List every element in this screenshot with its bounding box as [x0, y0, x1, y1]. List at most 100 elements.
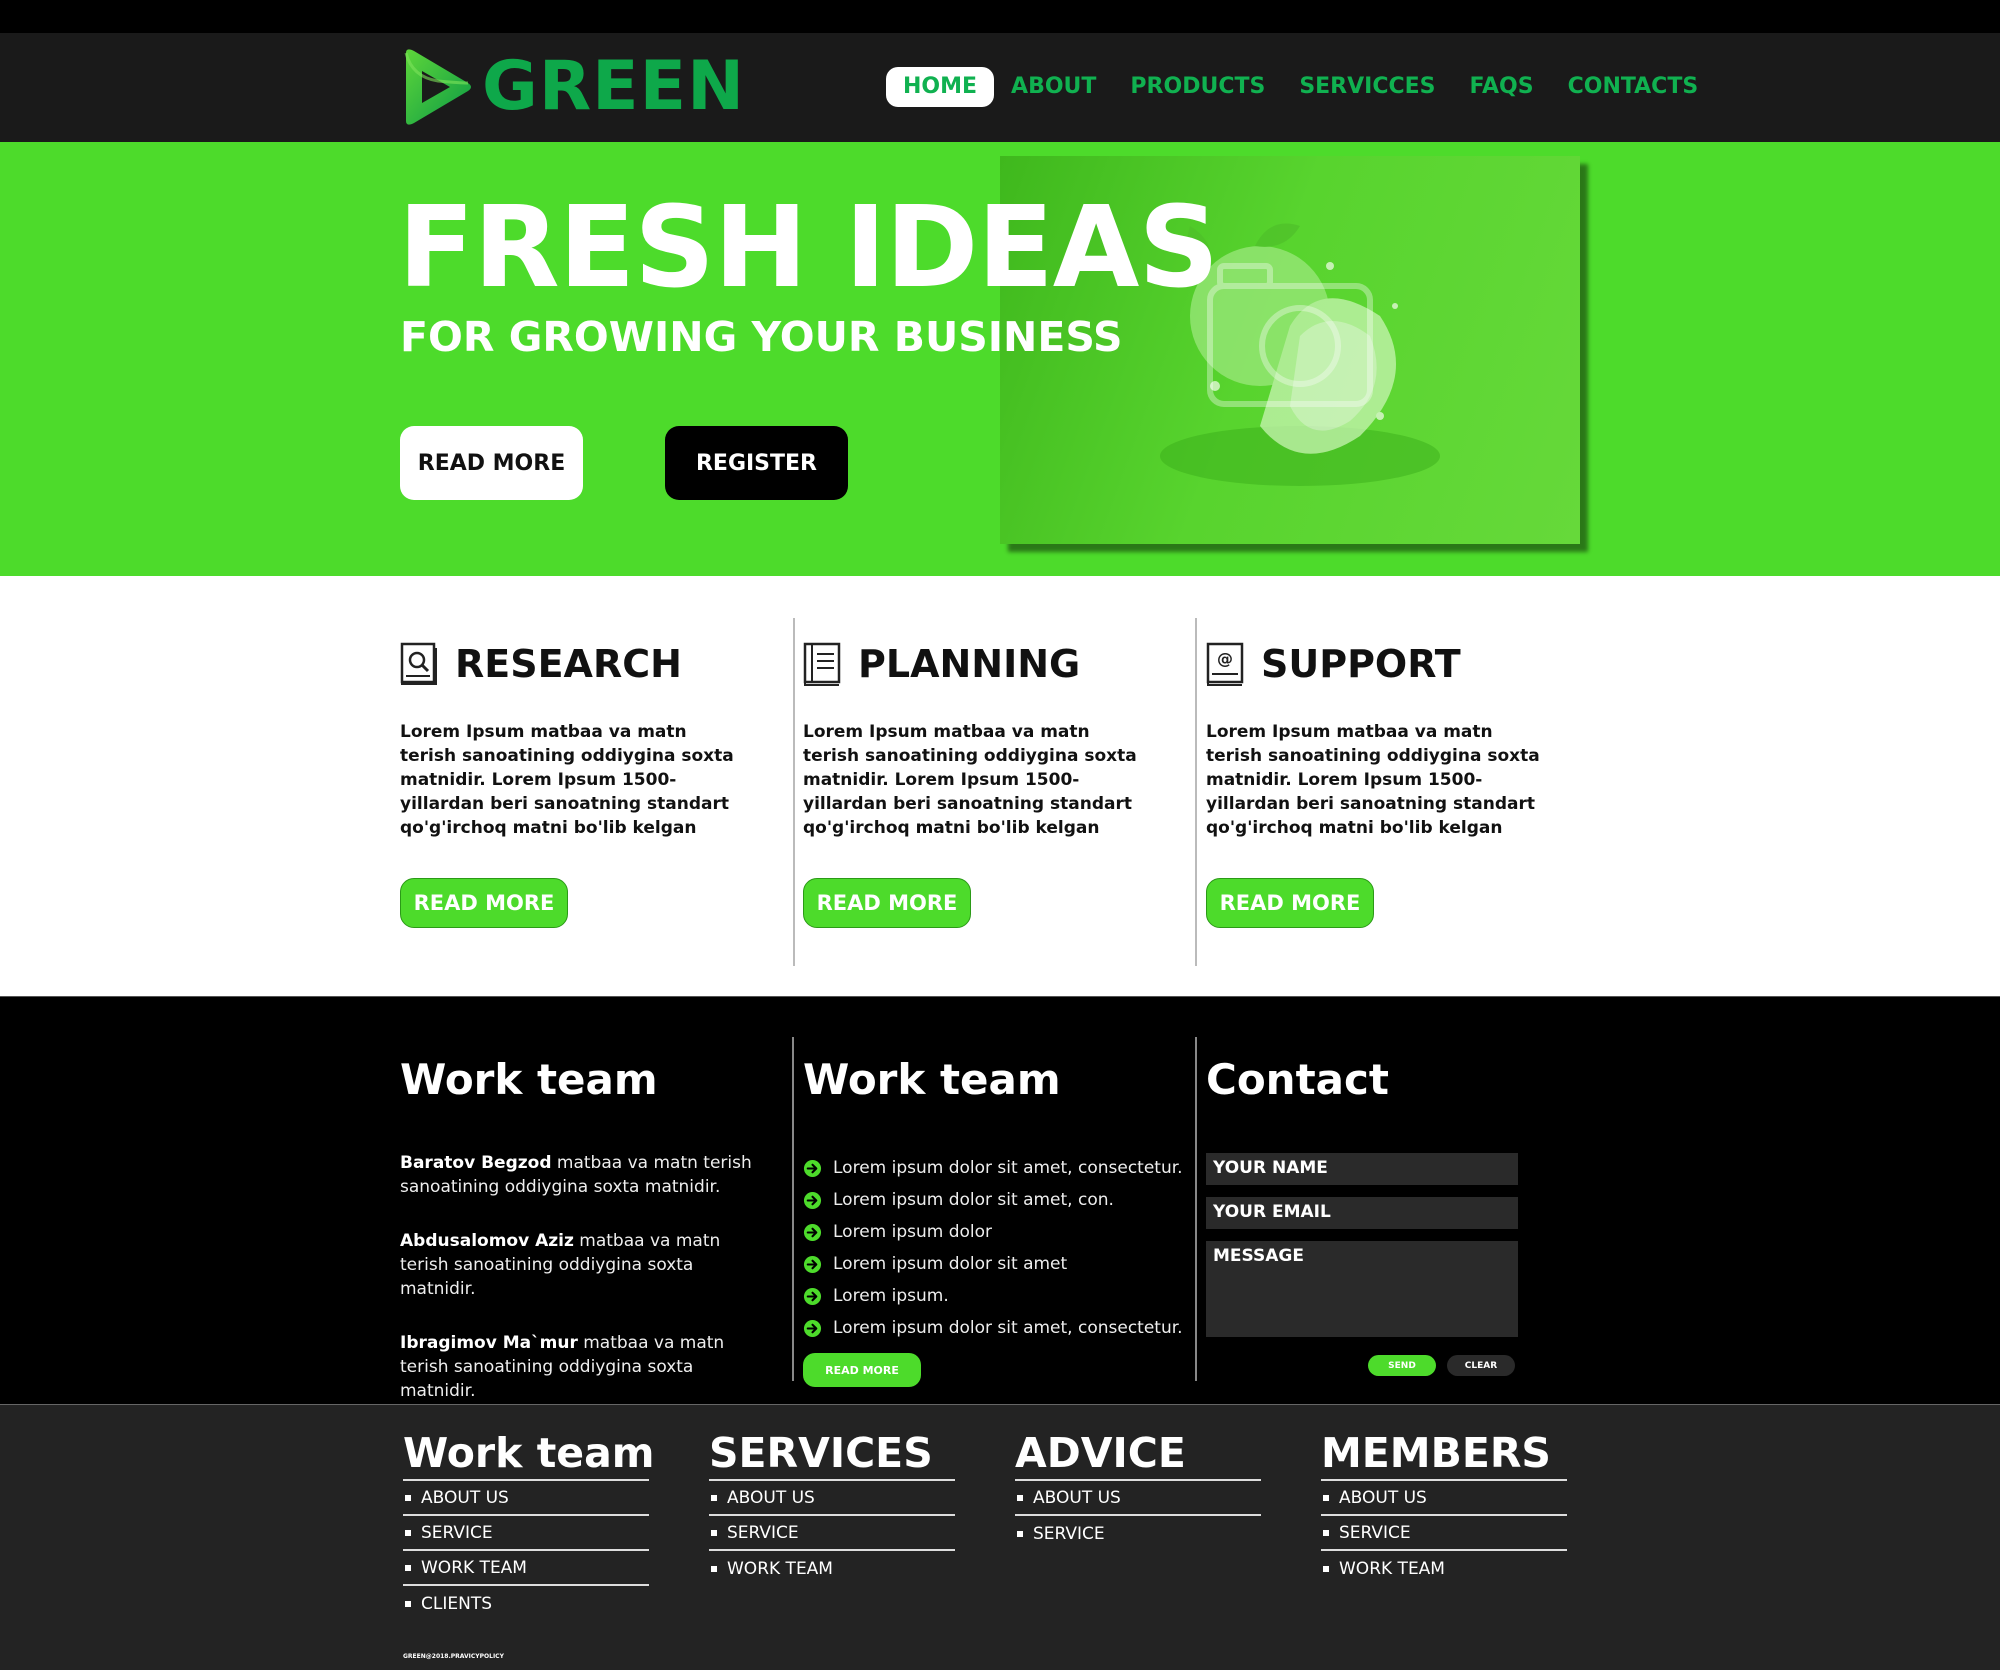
main-nav: HOME ABOUT PRODUCTS SERVICCES FAQS CONTA…: [886, 67, 1698, 107]
footer-link-label: WORK TEAM: [421, 1557, 527, 1578]
footer-link[interactable]: CLIENTS: [403, 1586, 649, 1621]
member-name: Abdusalomov Aziz: [400, 1231, 574, 1251]
feature-text: Lorem Ipsum matbaa va matn terish sanoat…: [803, 722, 1137, 838]
name-field[interactable]: YOUR NAME: [1206, 1153, 1518, 1185]
notebook-icon: [803, 642, 841, 686]
feature-title: PLANNING: [858, 642, 1081, 686]
member-name: Ibragimov Ma`mur: [400, 1333, 578, 1353]
feature-read-more-button[interactable]: READ MORE: [400, 878, 568, 928]
checklist-text: Lorem ipsum.: [833, 1286, 949, 1306]
footer-link[interactable]: SERVICE: [403, 1516, 649, 1551]
email-field[interactable]: YOUR EMAIL: [1206, 1197, 1518, 1229]
footer-column-title: SERVICES: [709, 1427, 955, 1481]
bullet-icon: [1017, 1530, 1023, 1537]
nav-about[interactable]: ABOUT: [1011, 67, 1096, 107]
team-section: Work team Baratov Begzod matbaa va matn …: [0, 996, 2000, 1404]
search-book-icon: [400, 642, 437, 685]
arrow-circle-icon: [803, 1255, 822, 1273]
clear-button[interactable]: CLEAR: [1447, 1355, 1515, 1376]
work-team-title-2: Work team: [803, 1055, 1061, 1104]
checklist-item: Lorem ipsum dolor sit amet: [803, 1248, 1183, 1280]
bullet-icon: [405, 1564, 411, 1571]
footer-link[interactable]: SERVICE: [709, 1516, 955, 1551]
footer-link-label: ABOUT US: [1339, 1487, 1427, 1508]
nav-services[interactable]: SERVICCES: [1299, 67, 1435, 107]
team-member: Ibragimov Ma`mur matbaa va matn terish s…: [400, 1331, 760, 1403]
logo[interactable]: GREEN: [398, 47, 745, 127]
checklist-item: Lorem ipsum.: [803, 1280, 1183, 1312]
team-members-list: Baratov Begzod matbaa va matn terish san…: [400, 1151, 760, 1433]
checklist-item: Lorem ipsum dolor sit amet, consectetur.: [803, 1152, 1183, 1184]
footer-link[interactable]: WORK TEAM: [1321, 1551, 1567, 1586]
checklist-item: Lorem ipsum dolor sit amet, consectetur.: [803, 1312, 1183, 1344]
footer-link-label: ABOUT US: [1033, 1487, 1121, 1508]
feature-text: Lorem Ipsum matbaa va matn terish sanoat…: [1206, 722, 1540, 838]
footer-link[interactable]: ABOUT US: [1321, 1481, 1567, 1516]
bullet-icon: [711, 1565, 717, 1572]
logo-text: GREEN: [482, 47, 745, 126]
site-footer: Work team ABOUT US SERVICE WORK TEAM CLIENT…: [0, 1404, 2000, 1670]
feature-support: @ SUPPORT Lorem Ipsum matbaa va matn ter…: [1206, 576, 1566, 996]
footer-link-label: WORK TEAM: [1339, 1558, 1445, 1579]
checklist-item: Lorem ipsum dolor sit amet, con.: [803, 1184, 1183, 1216]
nav-faqs[interactable]: FAQS: [1470, 67, 1534, 107]
bullet-icon: [405, 1600, 411, 1607]
footer-link[interactable]: ABOUT US: [709, 1481, 955, 1516]
send-button[interactable]: SEND: [1368, 1355, 1436, 1376]
arrow-circle-icon: [803, 1159, 822, 1177]
nav-contacts[interactable]: CONTACTS: [1568, 67, 1699, 107]
footer-link[interactable]: SERVICE: [1321, 1516, 1567, 1551]
nav-products[interactable]: PRODUCTS: [1130, 67, 1265, 107]
checklist-text: Lorem ipsum dolor sit amet: [833, 1254, 1068, 1274]
bullet-icon: [405, 1529, 411, 1536]
footer-link[interactable]: ABOUT US: [403, 1481, 649, 1516]
nav-home[interactable]: HOME: [886, 67, 995, 107]
feature-research: RESEARCH Lorem Ipsum matbaa va matn teri…: [400, 576, 760, 996]
hero-read-more-button[interactable]: READ MORE: [400, 426, 583, 500]
feature-text: Lorem Ipsum matbaa va matn terish sanoat…: [400, 722, 734, 838]
checklist: Lorem ipsum dolor sit amet, consectetur.…: [803, 1152, 1183, 1344]
team-read-more-button[interactable]: READ MORE: [803, 1353, 921, 1387]
footer-column-members: MEMBERS ABOUT US SERVICE WORK TEAM: [1321, 1427, 1567, 1586]
hero-register-button[interactable]: REGISTER: [665, 426, 848, 500]
footer-link-label: WORK TEAM: [727, 1558, 833, 1579]
message-field[interactable]: MESSAGE: [1206, 1241, 1518, 1337]
member-name: Baratov Begzod: [400, 1153, 552, 1173]
footer-links: ABOUT US SERVICE WORK TEAM: [709, 1481, 955, 1586]
footer-link[interactable]: WORK TEAM: [709, 1551, 955, 1586]
footer-link-label: ABOUT US: [421, 1487, 509, 1508]
feature-divider: [1195, 618, 1197, 966]
feature-planning: PLANNING Lorem Ipsum matbaa va matn teri…: [803, 576, 1163, 996]
footer-link[interactable]: WORK TEAM: [403, 1551, 649, 1586]
features-section: RESEARCH Lorem Ipsum matbaa va matn teri…: [0, 576, 2000, 996]
bullet-icon: [1323, 1565, 1329, 1572]
footer-link[interactable]: ABOUT US: [1015, 1481, 1261, 1516]
team-divider: [1195, 1037, 1197, 1381]
site-header: GREEN HOME ABOUT PRODUCTS SERVICCES FAQS…: [0, 33, 2000, 142]
address-book-icon: @: [1206, 642, 1244, 686]
footer-links: ABOUT US SERVICE: [1015, 1481, 1261, 1551]
footer-link-label: CLIENTS: [421, 1593, 492, 1614]
feature-read-more-button[interactable]: READ MORE: [803, 878, 971, 928]
bullet-icon: [711, 1529, 717, 1536]
footer-link-label: SERVICE: [421, 1522, 493, 1543]
bullet-icon: [1323, 1529, 1329, 1536]
footer-link-label: ABOUT US: [727, 1487, 815, 1508]
svg-text:@: @: [1217, 649, 1233, 668]
checklist-item: Lorem ipsum dolor: [803, 1216, 1183, 1248]
feature-read-more-button[interactable]: READ MORE: [1206, 878, 1374, 928]
hero-title: FRESH IDEAS: [398, 183, 1219, 313]
footer-column-title: Work team: [403, 1427, 655, 1481]
logo-play-icon: [404, 49, 471, 125]
footer-column-advice: ADVICE ABOUT US SERVICE: [1015, 1427, 1261, 1551]
contact-title: Contact: [1206, 1055, 1389, 1104]
feature-title: RESEARCH: [455, 642, 682, 686]
checklist-text: Lorem ipsum dolor sit amet, consectetur.: [833, 1158, 1183, 1178]
footer-column-title: MEMBERS: [1321, 1427, 1567, 1481]
footer-link[interactable]: SERVICE: [1015, 1516, 1261, 1551]
footer-link-label: SERVICE: [1339, 1522, 1411, 1543]
work-team-title: Work team: [400, 1055, 658, 1104]
checklist-text: Lorem ipsum dolor: [833, 1222, 993, 1242]
team-divider: [792, 1037, 794, 1381]
footer-column-services: SERVICES ABOUT US SERVICE WORK TEAM: [709, 1427, 955, 1586]
